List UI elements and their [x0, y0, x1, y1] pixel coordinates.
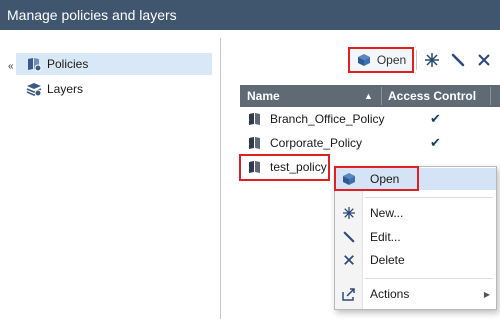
sidebar-item-label: Layers — [47, 82, 84, 96]
context-menu-actions[interactable]: Actions ▶ — [335, 283, 496, 305]
highlight-context-open — [334, 166, 419, 191]
sidebar-item-label: Policies — [47, 57, 89, 71]
collapse-sidebar-button[interactable]: « — [8, 61, 13, 72]
policy-book-icon — [249, 137, 260, 149]
context-menu-edit[interactable]: Edit... — [335, 226, 496, 248]
edit-button[interactable] — [445, 47, 471, 73]
row-name: Branch_Office_Policy — [270, 112, 385, 126]
delete-x-icon — [344, 255, 354, 265]
window-title: Manage policies and layers — [0, 0, 500, 30]
toolbar-divider — [416, 50, 417, 70]
layers-icon — [26, 83, 42, 97]
sidebar-item-policies[interactable]: Policies — [16, 53, 212, 75]
check-icon: ✔ — [430, 135, 441, 150]
submenu-arrow-icon: ▶ — [483, 289, 490, 299]
edit-pencil-icon — [343, 231, 355, 243]
policies-icon — [28, 58, 42, 72]
row-name: Corporate_Policy — [270, 136, 363, 150]
open-button[interactable]: Open — [348, 47, 414, 73]
menu-item-label: Edit... — [370, 230, 401, 244]
highlight-test-policy — [239, 154, 330, 181]
context-menu-delete[interactable]: Delete — [335, 249, 496, 271]
check-icon: ✔ — [430, 111, 441, 126]
toolbar: Open — [348, 46, 497, 74]
open-button-label: Open — [376, 53, 407, 67]
open-box-icon — [357, 54, 370, 66]
menu-item-label: Delete — [370, 253, 405, 267]
column-divider[interactable] — [490, 87, 491, 105]
actions-share-icon — [342, 288, 355, 301]
menu-separator — [365, 278, 493, 279]
policy-book-icon — [249, 113, 260, 125]
sidebar: « Policies Layers — [0, 30, 222, 319]
context-menu-new[interactable]: New... — [335, 202, 496, 224]
delete-x-icon — [478, 54, 490, 66]
sidebar-item-layers[interactable]: Layers — [16, 78, 212, 100]
menu-separator — [365, 197, 493, 198]
menu-item-label: New... — [370, 206, 404, 220]
edit-pencil-icon — [451, 53, 465, 67]
column-header-name[interactable]: Name — [247, 85, 280, 107]
column-divider[interactable] — [381, 87, 382, 105]
sort-ascending-icon[interactable]: ▲ — [364, 85, 373, 107]
column-header-access-control[interactable]: Access Control — [388, 85, 476, 107]
delete-button[interactable] — [471, 47, 497, 73]
table-row[interactable]: Corporate_Policy ✔ — [240, 131, 500, 155]
table-row[interactable]: Branch_Office_Policy ✔ — [240, 107, 500, 131]
new-star-icon — [343, 207, 355, 219]
new-button[interactable] — [419, 47, 445, 73]
table-header: Name ▲ Access Control — [240, 85, 500, 107]
menu-item-label: Actions — [370, 287, 410, 301]
new-star-icon — [425, 53, 439, 67]
